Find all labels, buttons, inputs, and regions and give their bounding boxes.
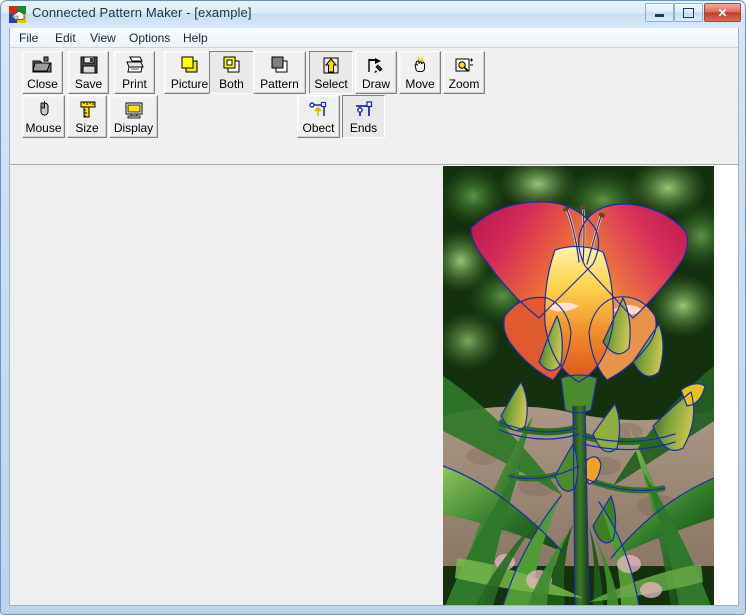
toolbar-label-object: Obect [302, 121, 335, 135]
toolbar-button-both[interactable]: Both [209, 51, 254, 94]
ends-node-icon [343, 98, 384, 120]
object-node-icon [298, 98, 339, 120]
close-button[interactable]: ✕ [704, 3, 741, 22]
floppy-disk-icon [69, 54, 108, 76]
toolbar-button-move[interactable]: Move [399, 51, 441, 94]
gray-squares-icon [254, 54, 305, 76]
toolbar-label-size: Size [75, 121, 99, 135]
canvas-area[interactable] [10, 165, 738, 605]
minimize-icon [646, 4, 673, 21]
toolbar-button-display[interactable]: Display [109, 95, 158, 138]
toolbar-label-display: Display [113, 121, 154, 135]
menu-view[interactable]: View [85, 30, 121, 46]
maximize-icon [675, 4, 702, 21]
zoom-magnifier-icon [444, 54, 484, 76]
toolbar-label-both: Both [219, 77, 244, 91]
menu-help[interactable]: Help [178, 30, 213, 46]
toolbar-button-print[interactable]: Print [114, 51, 155, 94]
toolbar-label-ends: Ends [349, 121, 378, 135]
yellow-up-arrow-icon [310, 54, 352, 76]
menu-bar: File Edit View Options Help [10, 28, 738, 48]
toolbar-button-object[interactable]: Obect [297, 95, 340, 138]
printer-icon [115, 54, 154, 76]
toolbar-button-select[interactable]: Select [309, 51, 353, 94]
ruler-icon [68, 98, 106, 120]
toolbar-label-draw: Draw [361, 77, 390, 91]
toolbar-button-size[interactable]: Size [67, 95, 107, 138]
toolbar-label-select: Select [314, 77, 348, 91]
toolbar-label-mouse: Mouse [25, 121, 62, 135]
application-window: Connected Pattern Maker - [example] ✕ Fi… [0, 0, 746, 615]
toolbar-button-draw[interactable]: Draw [355, 51, 397, 94]
minimize-button[interactable] [645, 3, 674, 22]
open-folder-icon [23, 54, 62, 76]
toolbar-label-save: Save [74, 77, 103, 91]
menu-edit[interactable]: Edit [50, 30, 81, 46]
toolbar-row-primary: Close Save Print Picture Both Pattern Se… [10, 51, 738, 94]
toolbar-label-zoom: Zoom [448, 77, 480, 91]
toolbar-button-ends[interactable]: Ends [342, 95, 385, 138]
toolbar-button-zoom[interactable]: Zoom [443, 51, 485, 94]
maximize-button[interactable] [674, 3, 703, 22]
toolbar-area: Close Save Print Picture Both Pattern Se… [10, 48, 738, 165]
toolbar-button-mouse[interactable]: Mouse [22, 95, 65, 138]
app-icon [9, 6, 26, 23]
draw-pen-icon [356, 54, 396, 76]
yellow-outline-squares-icon [210, 54, 253, 76]
window-title: Connected Pattern Maker - [example] [32, 5, 252, 20]
picture-pane[interactable] [443, 165, 738, 605]
toolbar-label-move: Move [405, 77, 435, 91]
toolbar-button-picture[interactable]: Picture [164, 51, 215, 94]
toolbar-button-close[interactable]: Close [22, 51, 63, 94]
toolbar-row-secondary: Mouse Size Display Obect Ends [10, 95, 738, 138]
title-bar[interactable]: Connected Pattern Maker - [example] ✕ [1, 1, 745, 28]
toolbar-button-save[interactable]: Save [68, 51, 109, 94]
hand-move-icon [400, 54, 440, 76]
menu-file[interactable]: File [14, 30, 43, 46]
mouse-icon [23, 98, 64, 120]
yellow-squares-icon [165, 54, 214, 76]
monitor-icon [110, 98, 157, 120]
menu-options[interactable]: Options [124, 30, 175, 46]
daylily-flower-photo[interactable] [443, 166, 714, 605]
toolbar-button-pattern[interactable]: Pattern [253, 51, 306, 94]
close-icon: ✕ [717, 5, 728, 20]
client-area: File Edit View Options Help Close Save P… [9, 28, 739, 606]
toolbar-label-close: Close [27, 77, 58, 91]
toolbar-label-print: Print [122, 77, 147, 91]
toolbar-label-pattern: Pattern [260, 77, 299, 91]
toolbar-label-picture: Picture [170, 77, 209, 91]
